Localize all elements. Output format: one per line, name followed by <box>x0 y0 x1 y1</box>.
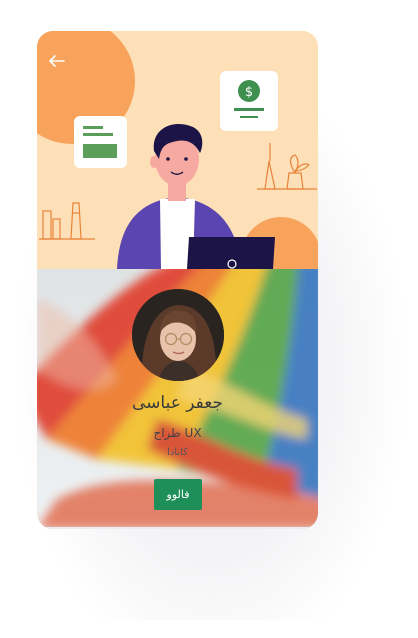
dollar-sign-icon: $ <box>245 85 253 100</box>
follow-button[interactable]: فالوو <box>154 479 202 510</box>
hero-illustration-art: $ <box>37 31 318 269</box>
arrow-left-icon <box>49 55 65 67</box>
back-button[interactable] <box>49 55 79 85</box>
profile-card: $ جعفر عباسی UX طراح کانادا فالوو <box>37 31 318 529</box>
profile-name: جعفر عباسی <box>132 393 223 413</box>
avatar <box>132 289 224 381</box>
hero-illustration: $ <box>37 31 318 269</box>
card-bottom-edge <box>37 527 318 529</box>
profile-location: کانادا <box>167 447 188 458</box>
profile-role: UX طراح <box>153 426 202 440</box>
avatar-photo <box>132 289 224 381</box>
profile-section: جعفر عباسی UX طراح کانادا فالوو <box>37 269 318 529</box>
